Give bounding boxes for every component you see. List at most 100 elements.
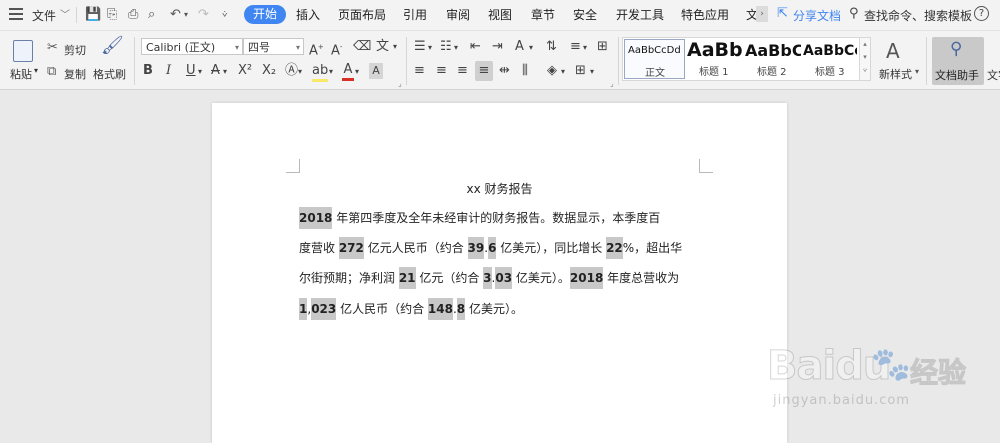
share-icon[interactable]: ⇱ (777, 6, 788, 21)
chinese-layout-icon[interactable]: A (515, 39, 524, 55)
tab-review[interactable]: 审阅 (446, 6, 470, 23)
strikethrough-icon[interactable]: A (211, 63, 220, 79)
highlighted-number: 8 (456, 298, 466, 320)
font-size-select[interactable]: 四号 ▾ (243, 38, 304, 55)
chevron-down-icon[interactable]: ▾ (529, 40, 533, 56)
paragraph-dialog-launcher-icon[interactable]: ⌟ (610, 79, 614, 88)
clear-formatting-icon[interactable]: ⌫ (353, 39, 371, 55)
sort-icon[interactable]: ⇅ (546, 39, 557, 55)
phonetic-guide-icon[interactable]: 文 (376, 39, 389, 55)
align-right-icon[interactable]: ≡ (457, 63, 468, 79)
tab-insert[interactable]: 插入 (296, 6, 320, 23)
chevron-down-icon[interactable]: ▾ (583, 40, 587, 56)
tab-scroll-right-icon[interactable]: › (756, 6, 768, 22)
format-painter-button[interactable]: 格式刷 (93, 66, 126, 82)
document-assistant-label: 文档助手 (935, 69, 979, 82)
tab-developer-tools[interactable]: 开发工具 (616, 6, 664, 23)
font-color-button[interactable]: A (342, 62, 354, 81)
decrease-indent-icon[interactable]: ⇤ (470, 39, 481, 55)
print-preview-icon[interactable]: ⌕ (148, 8, 155, 22)
character-shading-icon[interactable]: A (369, 63, 383, 79)
document-line: 度营收 272 亿元人民币（约合 39.6 亿美元），同比增长 22%，超出华 (299, 237, 699, 259)
chevron-down-icon[interactable]: ▾ (428, 40, 432, 56)
shading-icon[interactable]: ◈ (547, 63, 557, 79)
style-heading-2[interactable]: AaBbC 标题 2 (745, 39, 801, 78)
chevron-down-icon[interactable]: ▾ (198, 64, 202, 80)
tab-references[interactable]: 引用 (403, 6, 427, 23)
chevron-down-icon[interactable]: ﹀ (60, 6, 70, 21)
distributed-align-icon[interactable]: ⇹ (499, 63, 510, 79)
style-gallery-scrollbar[interactable]: ▴ ▾ ⩒ (859, 37, 871, 81)
chevron-down-icon[interactable]: ▾ (223, 64, 227, 80)
tab-page-layout[interactable]: 页面布局 (338, 6, 386, 23)
cut-button[interactable]: 剪切 (64, 42, 86, 58)
bullet-list-icon[interactable]: ☰ (414, 39, 426, 55)
search-icon[interactable]: ⚲ (849, 6, 859, 21)
paste-button[interactable]: 粘贴 (10, 66, 32, 82)
chevron-down-icon[interactable]: ▾ (454, 40, 458, 56)
paste-dropdown-icon[interactable]: ▾ (34, 66, 38, 75)
hamburger-icon[interactable] (9, 8, 23, 20)
scissors-icon[interactable]: ✂ (47, 41, 58, 55)
italic-button[interactable]: I (166, 63, 171, 79)
superscript-icon[interactable]: X² (238, 63, 252, 79)
increase-font-size-icon[interactable]: A+ (309, 39, 324, 59)
increase-indent-icon[interactable]: ⇥ (492, 39, 503, 55)
style-normal[interactable]: AaBbCcDd 正文 (624, 39, 685, 79)
new-style-button[interactable]: 新样式 (879, 66, 912, 82)
search-commands-input[interactable]: 查找命令、搜索模板 (864, 7, 972, 24)
align-left-icon[interactable]: ≡ (414, 63, 425, 79)
undo-icon[interactable]: ↶ (170, 8, 181, 22)
style-name: 正文 (645, 68, 665, 79)
format-painter-icon[interactable]: 🖌 (101, 37, 124, 55)
font-dialog-launcher-icon[interactable]: ⌟ (398, 79, 402, 88)
help-icon[interactable]: ? (974, 6, 989, 21)
undo-dropdown-icon[interactable]: ▾ (184, 8, 188, 22)
file-menu[interactable]: 文件 (32, 7, 56, 24)
print-icon[interactable]: ⎙ (128, 8, 138, 22)
chevron-down-icon[interactable]: ▾ (561, 64, 565, 80)
document-title: xx 财务报告 (466, 182, 533, 196)
document-assistant-button[interactable]: ⚲ 文档助手 (932, 37, 984, 85)
text-effects-icon[interactable]: Ⓐ (285, 63, 298, 79)
document-line: 1,023 亿人民币（约合 148.8 亿美元）。 (299, 298, 699, 320)
tab-home[interactable]: 开始 (244, 5, 287, 24)
style-heading-1[interactable]: AaBb 标题 1 (685, 39, 745, 78)
chevron-down-icon[interactable]: ▾ (590, 64, 594, 80)
tab-special-apps[interactable]: 特色应用 (681, 6, 729, 23)
justify-icon[interactable]: ≡ (475, 61, 493, 81)
quick-access-dropdown-icon[interactable]: ⩒ (222, 8, 227, 22)
align-center-icon[interactable]: ≡ (436, 63, 447, 79)
border-icon[interactable]: ⊞ (575, 63, 586, 79)
chevron-down-icon[interactable]: ▾ (393, 39, 397, 55)
decrease-font-size-icon[interactable]: A- (331, 39, 342, 59)
highlighted-number: 3 (483, 267, 492, 289)
style-heading-3[interactable]: AaBbCc 标题 3 (801, 39, 857, 78)
copy-button[interactable]: 复制 (64, 66, 86, 82)
share-document-button[interactable]: 分享文档 (793, 7, 841, 24)
export-pdf-icon[interactable]: ⎘ (107, 8, 117, 22)
save-icon[interactable]: 💾 (85, 8, 101, 22)
column-icon[interactable]: ⫼ (522, 63, 528, 79)
table-icon[interactable]: ⊞ (597, 39, 608, 55)
tab-chapter[interactable]: 章节 (531, 6, 555, 23)
document-page[interactable]: xx 财务报告 2018 年第四季度及全年未经审计的财务报告。数据显示，本季度百… (212, 103, 787, 443)
numbered-list-icon[interactable]: ☷ (440, 39, 452, 55)
line-spacing-icon[interactable]: ≡ (570, 39, 581, 55)
new-style-icon[interactable]: A (886, 39, 900, 63)
chevron-down-icon[interactable]: ▾ (915, 67, 919, 76)
redo-icon[interactable]: ↷ (198, 8, 209, 22)
tab-view[interactable]: 视图 (488, 6, 512, 23)
highlight-color-icon[interactable]: ab (312, 63, 329, 82)
tab-security[interactable]: 安全 (573, 6, 597, 23)
document-tools-label[interactable]: 文字 (987, 67, 1000, 83)
font-name-select[interactable]: Calibri (正文) ▾ (141, 38, 243, 55)
underline-button[interactable]: U (186, 63, 196, 79)
subscript-icon[interactable]: X₂ (262, 63, 276, 79)
chevron-down-icon[interactable]: ▾ (355, 64, 359, 80)
chevron-down-icon[interactable]: ▾ (329, 64, 333, 80)
copy-icon[interactable]: ⧉ (47, 65, 56, 79)
paste-icon[interactable] (13, 40, 33, 62)
bold-button[interactable]: B (143, 63, 153, 79)
chevron-down-icon[interactable]: ▾ (298, 64, 302, 80)
